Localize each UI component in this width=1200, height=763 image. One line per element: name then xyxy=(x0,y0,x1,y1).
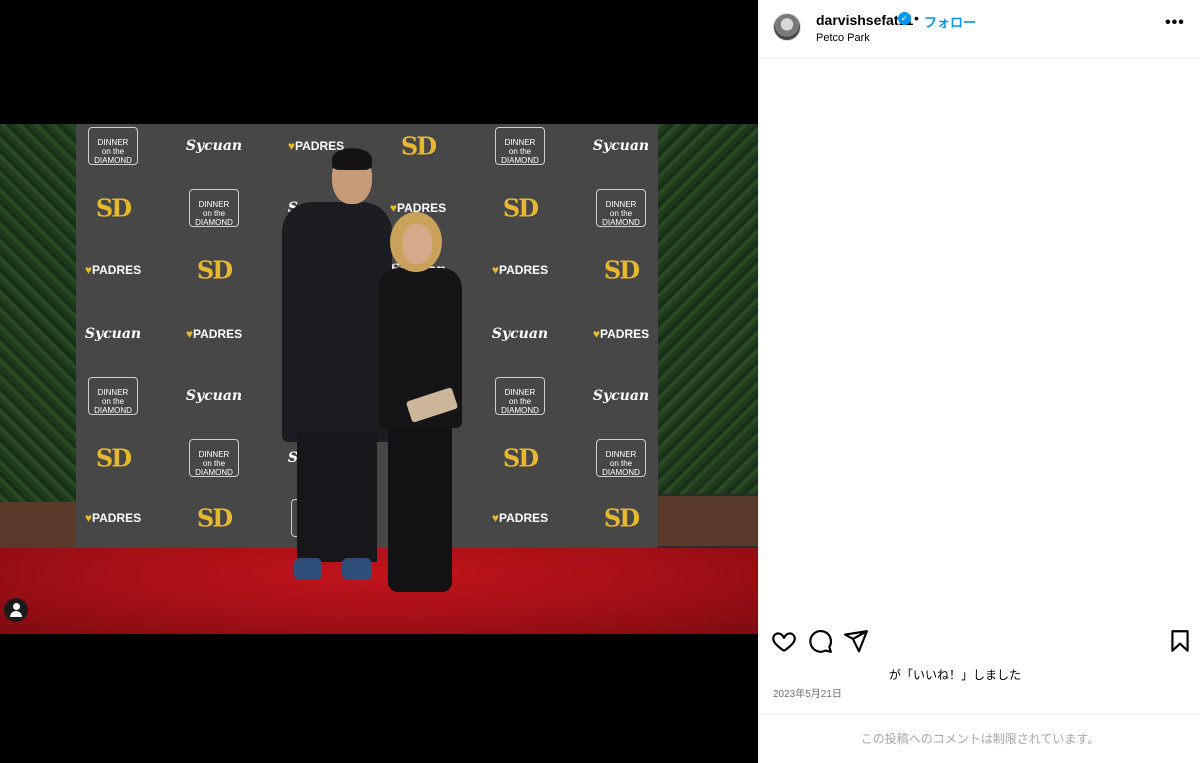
dinner-on-the-diamond-logo: DINNERon theDIAMOND xyxy=(189,439,239,477)
dinner-on-the-diamond-logo: DINNERon theDIAMOND xyxy=(495,127,545,165)
padres-sd-logo: SD xyxy=(95,443,132,473)
padres-sd-logo: SD xyxy=(196,503,233,533)
user-tag-icon[interactable] xyxy=(4,598,28,622)
verified-badge-icon: ✓ xyxy=(898,12,911,25)
post-date[interactable]: 2023年5月21日 xyxy=(773,685,842,700)
follow-button[interactable]: フォロー xyxy=(924,12,976,31)
media-pane[interactable]: DINNER on the DIAMOND Sycuan ♥PADRES SD DINNER… xyxy=(0,0,758,763)
padres-foundation-logo: ♥PADRES xyxy=(592,327,650,341)
action-bar xyxy=(759,624,1200,658)
person-woman xyxy=(378,212,468,608)
post-header: darvishsefat11 ✓ • フォロー Petco Park ••• xyxy=(759,0,1200,59)
sycuan-logo: Sycuan xyxy=(491,326,549,342)
comment-icon[interactable] xyxy=(807,628,833,654)
padres-sd-logo: SD xyxy=(196,255,233,285)
padres-sd-logo: SD xyxy=(603,503,640,533)
padres-sd-logo: SD xyxy=(400,131,437,161)
padres-sd-logo: SD xyxy=(603,255,640,285)
hedge-left xyxy=(0,124,78,504)
location-link[interactable]: Petco Park xyxy=(816,32,870,44)
separator-dot: • xyxy=(914,10,919,26)
sycuan-logo: Sycuan xyxy=(592,138,650,154)
wood-planter-left xyxy=(0,502,78,552)
bookmark-icon[interactable] xyxy=(1167,628,1193,654)
person-man xyxy=(282,148,392,592)
dinner-on-the-diamond-logo: DINNERon theDIAMOND xyxy=(88,127,138,165)
share-icon[interactable] xyxy=(843,628,869,654)
likes-text[interactable]: が「いいね！」しました xyxy=(889,666,1021,683)
heart-icon[interactable] xyxy=(771,628,797,654)
avatar[interactable] xyxy=(773,13,801,41)
padres-foundation-logo: ♥PADRES xyxy=(491,263,549,277)
post-photo[interactable]: DINNER on the DIAMOND Sycuan ♥PADRES SD DINNER… xyxy=(0,124,758,634)
padres-sd-logo: SD xyxy=(95,193,132,223)
comments-disabled-notice: この投稿へのコメントは制限されています。 xyxy=(759,714,1200,763)
dinner-on-the-diamond-logo: DINNERon theDIAMOND xyxy=(596,439,646,477)
dinner-on-the-diamond-logo: DINNERon theDIAMOND xyxy=(88,377,138,415)
post-sidebar: darvishsefat11 ✓ • フォロー Petco Park ••• が… xyxy=(758,0,1200,763)
hedge-right xyxy=(658,124,758,494)
padres-foundation-logo: ♥PADRES xyxy=(84,263,142,277)
padres-foundation-logo: ♥PADRES xyxy=(185,327,243,341)
dinner-on-the-diamond-logo: DINNERon theDIAMOND xyxy=(596,189,646,227)
sycuan-logo: Sycuan xyxy=(185,138,243,154)
dinner-on-the-diamond-logo: DINNERon theDIAMOND xyxy=(495,377,545,415)
padres-foundation-logo: ♥PADRES xyxy=(84,511,142,525)
more-options-icon[interactable]: ••• xyxy=(1165,14,1185,32)
dinner-on-the-diamond-logo: DINNERon theDIAMOND xyxy=(189,189,239,227)
padres-sd-logo: SD xyxy=(502,443,539,473)
wood-planter-right xyxy=(658,496,758,546)
padres-sd-logo: SD xyxy=(502,193,539,223)
padres-foundation-logo: ♥PADRES xyxy=(491,511,549,525)
sycuan-logo: Sycuan xyxy=(185,388,243,404)
sycuan-logo: Sycuan xyxy=(592,388,650,404)
padres-foundation-logo: ♥PADRES xyxy=(287,139,345,153)
sycuan-logo: Sycuan xyxy=(84,326,142,342)
